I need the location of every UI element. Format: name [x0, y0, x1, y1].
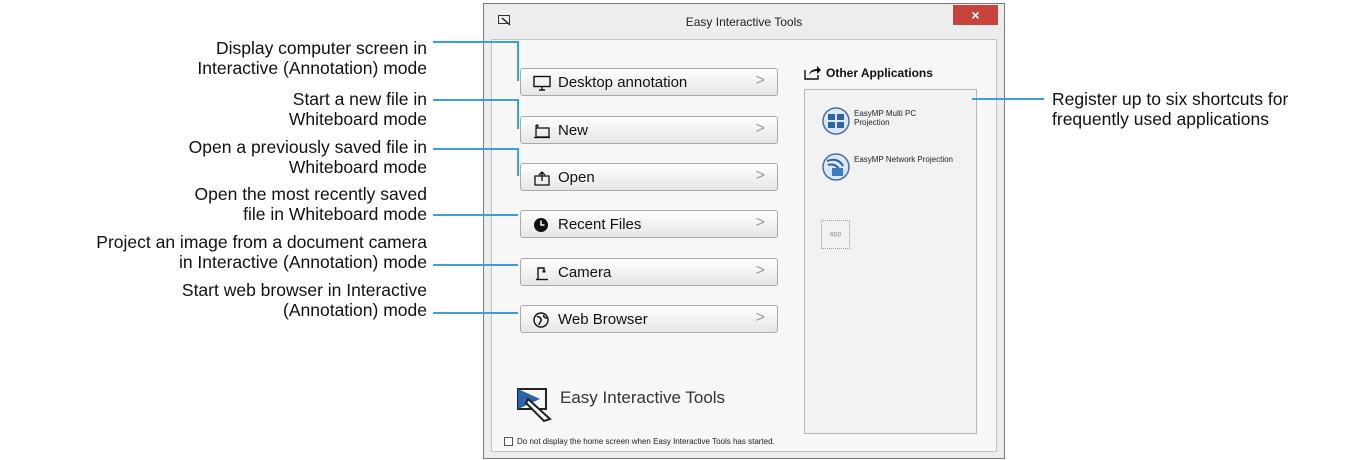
easy-interactive-tools-window: Easy Interactive Tools × Desktop annotat…: [483, 3, 1005, 459]
button-label: Open: [558, 169, 595, 186]
web-browser-button[interactable]: Web Browser >: [520, 305, 778, 333]
chevron-right-icon: >: [755, 262, 765, 279]
leader-line: [433, 41, 518, 43]
chevron-right-icon: >: [755, 167, 765, 184]
leader-line: [433, 312, 518, 314]
leader-line: [433, 264, 518, 266]
other-applications-panel: EasyMP Multi PC Projection EasyMP Networ…: [804, 89, 977, 434]
callout-recent-files: Open the most recently saved file in Whi…: [194, 184, 427, 224]
do-not-display-checkbox[interactable]: [504, 437, 513, 447]
checkbox-label: Do not display the home screen when Easy…: [517, 437, 775, 446]
callout-camera: Project an image from a document camera …: [96, 232, 427, 272]
leader-line: [433, 214, 518, 216]
app-shortcut-label: Projection: [854, 118, 890, 127]
open-folder-icon: [534, 171, 550, 186]
home-screen: Desktop annotation > New > Open > Recent…: [491, 39, 997, 452]
chevron-right-icon: >: [755, 214, 765, 231]
window-title: Easy Interactive Tools: [685, 15, 803, 29]
chevron-right-icon: >: [755, 72, 765, 89]
camera-button[interactable]: Camera >: [520, 258, 778, 286]
globe-icon: [533, 312, 549, 328]
callout-other-applications: Register up to six shortcuts for frequen…: [1052, 89, 1289, 129]
callout-open: Open a previously saved file in Whiteboa…: [188, 137, 427, 177]
chevron-right-icon: >: [755, 120, 765, 137]
new-button[interactable]: New >: [520, 116, 778, 144]
button-label: New: [558, 122, 589, 139]
easy-interactive-tools-logo-icon: [517, 388, 552, 423]
clock-icon: [534, 218, 548, 232]
multi-pc-icon: [822, 107, 850, 135]
leader-line: [517, 148, 519, 176]
app-shortcut-label: EasyMP Network Projection: [854, 155, 953, 164]
leader-line: [972, 98, 1044, 100]
leader-line: [517, 99, 519, 129]
do-not-display-checkbox-row[interactable]: Do not display the home screen when Easy…: [504, 437, 775, 447]
chevron-right-icon: >: [755, 309, 765, 326]
callout-new: Start a new file in Whiteboard mode: [288, 89, 427, 129]
brand-name: Easy Interactive Tools: [560, 388, 726, 407]
other-applications-header: Other Applications: [826, 66, 933, 80]
close-button[interactable]: ×: [953, 5, 998, 25]
network-projection-icon: [822, 153, 850, 181]
title-bar: Easy Interactive Tools ×: [484, 4, 1004, 38]
button-label: Camera: [558, 264, 612, 281]
app-shortcut-label: EasyMP Multi PC: [854, 109, 917, 118]
callout-desktop-annotation: Display computer screen in Interactive (…: [197, 38, 427, 78]
leader-line: [433, 148, 518, 150]
monitor-icon: [533, 75, 551, 91]
leader-line: [433, 99, 518, 101]
button-label: Desktop annotation: [558, 74, 688, 91]
callout-web-browser: Start web browser in Interactive (Annota…: [181, 280, 427, 320]
desktop-annotation-button[interactable]: Desktop annotation >: [520, 68, 778, 96]
recent-files-button[interactable]: Recent Files >: [520, 210, 778, 238]
leader-line: [517, 41, 519, 81]
document-camera-icon: [536, 267, 548, 281]
new-whiteboard-icon: [534, 124, 550, 139]
open-button[interactable]: Open >: [520, 163, 778, 191]
button-label: Recent Files: [558, 216, 642, 233]
share-icon: [804, 66, 821, 80]
button-label: Web Browser: [558, 311, 648, 328]
empty-app-slot[interactable]: app: [821, 220, 850, 249]
